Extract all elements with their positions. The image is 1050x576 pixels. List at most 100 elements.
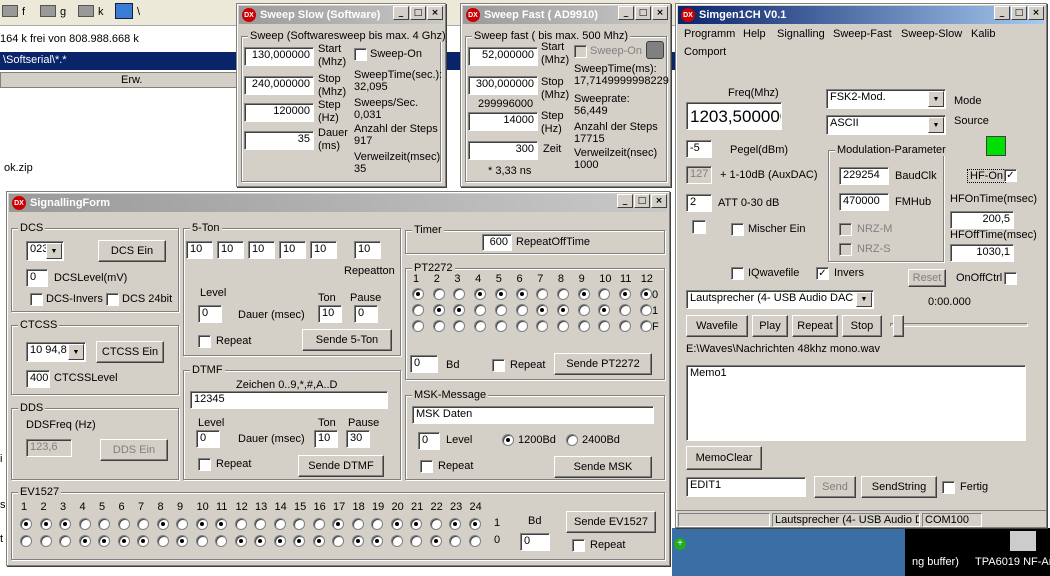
ev1527-radio-6-0[interactable]	[117, 535, 130, 547]
drive-f-label[interactable]: f	[22, 6, 25, 18]
sweep-slow-on-checkbox[interactable]	[354, 48, 367, 61]
ev1527-radio-20-0[interactable]	[390, 535, 403, 547]
sende-dtmf-button[interactable]: Sende DTMF	[298, 455, 384, 477]
mischer-checkbox[interactable]	[692, 220, 706, 234]
menu-help[interactable]: Help	[743, 28, 766, 40]
nrz-s-checkbox[interactable]	[839, 243, 852, 256]
ev1527-radio-5-1[interactable]	[98, 518, 110, 530]
ev1527-radio-14-1[interactable]	[273, 518, 286, 530]
ev1527-radio-2-0[interactable]	[39, 535, 52, 547]
fmhub-input[interactable]: 470000	[839, 193, 889, 211]
pt2272-radio-3-1[interactable]	[453, 304, 466, 316]
ev1527-radio-13-1[interactable]	[254, 518, 266, 530]
play-button[interactable]: Play	[752, 315, 788, 337]
sweep-fast-start-input[interactable]: 52,000000	[468, 47, 538, 66]
ctcss-ein-button[interactable]: CTCSS Ein	[96, 341, 164, 363]
dds-freq-input[interactable]: 123,6	[26, 439, 72, 457]
fertig-checkbox[interactable]	[942, 481, 955, 494]
menu-sweep-slow[interactable]: Sweep-Slow	[901, 28, 962, 40]
pt2272-radio-8-0[interactable]	[556, 288, 569, 300]
sweep-fast-zeit-input[interactable]: 300	[468, 141, 538, 160]
pt2272-radio-7-2[interactable]	[536, 320, 549, 332]
ev1527-radio-3-1[interactable]	[59, 518, 71, 530]
iqwavefile-checkbox[interactable]	[731, 267, 744, 280]
col-erw[interactable]: Erw.	[121, 74, 142, 86]
taskbar-item-b[interactable]: TPA6019 NF-Am	[975, 556, 1050, 568]
five-tone-input-5[interactable]: 10	[310, 241, 337, 259]
maximize-icon[interactable]: □	[410, 6, 426, 20]
pt2272-radio-2-0[interactable]	[432, 288, 445, 300]
msk-1200-radio[interactable]	[502, 434, 514, 446]
pt2272-radio-7-0[interactable]	[536, 288, 549, 300]
drive-k-icon[interactable]	[78, 5, 94, 17]
msk-repeat-checkbox[interactable]	[420, 460, 433, 473]
five-tone-repeat-checkbox[interactable]	[198, 335, 211, 348]
dds-ein-button[interactable]: DDS Ein	[100, 439, 168, 461]
dcs-invers-checkbox[interactable]	[30, 293, 43, 306]
ev1527-radio-15-0[interactable]	[293, 535, 305, 547]
five-tone-ton-input[interactable]: 10	[318, 305, 342, 323]
ev1527-radio-7-0[interactable]	[137, 535, 149, 547]
msk-level-input[interactable]: 0	[418, 432, 440, 450]
hfontime-input[interactable]: 200,5	[950, 211, 1014, 229]
sweep-fast-on-checkbox[interactable]	[574, 45, 587, 58]
repeat-off-time-input[interactable]: 600	[482, 234, 512, 251]
sendstring-button[interactable]: SendString	[861, 476, 937, 498]
baudclk-input[interactable]: 229254	[839, 167, 889, 185]
pt2272-radio-5-2[interactable]	[494, 320, 507, 332]
hf-on-label[interactable]: HF-On	[967, 169, 1006, 183]
sweep-slow-step-input[interactable]: 120000	[244, 103, 314, 122]
ev1527-radio-9-1[interactable]	[176, 518, 188, 530]
network-label[interactable]: \	[137, 6, 140, 18]
ev1527-radio-19-0[interactable]	[371, 535, 383, 547]
pegel-input[interactable]: -5	[686, 140, 712, 158]
ev1527-radio-23-1[interactable]	[449, 518, 461, 530]
pt2272-radio-9-2[interactable]	[577, 320, 590, 332]
ev1527-radio-17-0[interactable]	[332, 535, 344, 547]
repeat-button[interactable]: Repeat	[792, 315, 838, 337]
dtmf-ton-input[interactable]: 10	[314, 430, 338, 448]
minimize-icon[interactable]: _	[617, 194, 633, 208]
menu-comport[interactable]: Comport	[684, 46, 726, 58]
onoffctrl-checkbox[interactable]	[1004, 272, 1017, 285]
sende-5-ton-button[interactable]: Sende 5-Ton	[302, 329, 392, 351]
pt2272-radio-9-0[interactable]	[577, 288, 590, 300]
stop-button[interactable]: Stop	[842, 315, 882, 337]
audio-device-select[interactable]: Lautsprecher (4- USB Audio DAC	[686, 290, 874, 309]
freq-input[interactable]: 1203,500000	[686, 102, 782, 130]
taskbar-icon[interactable]	[1010, 531, 1036, 551]
pt2272-radio-4-2[interactable]	[474, 320, 487, 332]
ev1527-radio-3-0[interactable]	[59, 535, 71, 547]
ev1527-radio-22-1[interactable]	[429, 518, 442, 530]
dtmf-level-input[interactable]: 0	[196, 430, 220, 448]
ev1527-radio-17-1[interactable]	[332, 518, 344, 530]
minimize-icon[interactable]: _	[994, 6, 1010, 20]
network-icon[interactable]	[115, 3, 133, 19]
minimize-icon[interactable]: _	[393, 6, 409, 20]
sende-ev1527-button[interactable]: Sende EV1527	[566, 511, 656, 533]
dtmf-pause-input[interactable]: 30	[346, 430, 370, 448]
pt2272-radio-6-0[interactable]	[515, 288, 528, 300]
ev1527-radio-22-0[interactable]	[429, 535, 442, 547]
ev1527-radio-21-1[interactable]	[410, 518, 422, 530]
pt2272-radio-11-1[interactable]	[619, 304, 631, 316]
maximize-icon[interactable]: □	[634, 194, 650, 208]
five-tone-input-1[interactable]: 10	[186, 241, 213, 259]
close-icon[interactable]: ×	[651, 194, 667, 208]
pt2272-radio-3-0[interactable]	[453, 288, 466, 300]
menu-kalib[interactable]: Kalib	[971, 28, 995, 40]
close-icon[interactable]: ×	[652, 6, 668, 20]
pt2272-radio-9-1[interactable]	[577, 304, 590, 316]
pt2272-radio-11-0[interactable]	[619, 288, 631, 300]
ev1527-radio-19-1[interactable]	[371, 518, 383, 530]
menu-sweep-fast[interactable]: Sweep-Fast	[833, 28, 892, 40]
msk-text-input[interactable]: MSK Daten	[412, 406, 654, 424]
hf-on-checkbox[interactable]: ✓	[1004, 169, 1017, 182]
pt2272-radio-7-1[interactable]	[536, 304, 549, 316]
sweep-fast-step-input[interactable]: 14000	[468, 112, 538, 131]
ev1527-radio-8-1[interactable]	[156, 518, 169, 530]
pt2272-radio-6-1[interactable]	[515, 304, 528, 316]
add-icon[interactable]: +	[674, 538, 686, 550]
pt2272-radio-1-2[interactable]	[412, 320, 424, 332]
ev1527-radio-9-0[interactable]	[176, 535, 188, 547]
